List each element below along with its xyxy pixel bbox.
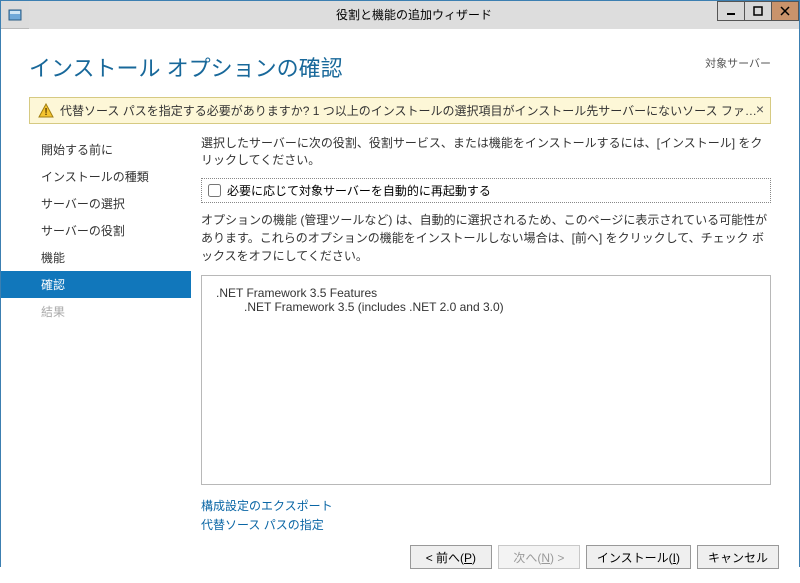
feature-root: .NET Framework 3.5 Features [216,286,756,300]
feature-list: .NET Framework 3.5 Features .NET Framewo… [201,275,771,485]
previous-button[interactable]: < 前へ(P) [410,545,492,569]
links: 構成設定のエクスポート 代替ソース パスの指定 [201,497,771,535]
sidebar-item-install-type[interactable]: インストールの種類 [1,163,191,190]
sidebar-item-features[interactable]: 機能 [1,244,191,271]
warning-text: 代替ソース パスを指定する必要がありますか? 1 つ以上のインストールの選択項目… [60,102,762,119]
svg-text:!: ! [44,107,47,118]
window-title: 役割と機能の追加ウィザード [29,1,799,29]
target-server-label: 対象サーバー [705,55,771,71]
sidebar: 開始する前に インストールの種類 サーバーの選択 サーバーの役割 機能 確認 結… [1,128,191,535]
export-config-link[interactable]: 構成設定のエクスポート [201,497,771,516]
feature-child: .NET Framework 3.5 (includes .NET 2.0 an… [244,300,756,314]
auto-restart-label: 必要に応じて対象サーバーを自動的に再起動する [227,182,491,199]
auto-restart-checkbox-row[interactable]: 必要に応じて対象サーバーを自動的に再起動する [201,178,771,203]
titlebar: 役割と機能の追加ウィザード [1,1,799,29]
auto-restart-checkbox[interactable] [208,184,221,197]
alt-source-link[interactable]: 代替ソース パスの指定 [201,516,771,535]
sidebar-item-before-begin[interactable]: 開始する前に [1,136,191,163]
minimize-button[interactable] [717,1,745,21]
warning-close-icon[interactable]: × [756,101,764,117]
content-area: インストール オプションの確認 対象サーバー ! 代替ソース パスを指定する必要… [1,29,799,583]
warning-bar: ! 代替ソース パスを指定する必要がありますか? 1 つ以上のインストールの選択… [29,97,771,124]
page-header: インストール オプションの確認 対象サーバー [1,29,799,91]
main-panel: 選択したサーバーに次の役割、役割サービス、または機能をインストールするには、[イ… [191,128,789,535]
window-buttons [718,1,799,23]
next-button: 次へ(N) > [498,545,580,569]
sidebar-item-server-select[interactable]: サーバーの選択 [1,190,191,217]
note-text: オプションの機能 (管理ツールなど) は、自動的に選択されるため、このページに表… [201,211,771,265]
cancel-button[interactable]: キャンセル [697,545,779,569]
app-icon [1,7,29,23]
body: 開始する前に インストールの種類 サーバーの選択 サーバーの役割 機能 確認 結… [1,128,799,535]
warning-icon: ! [38,103,54,119]
maximize-button[interactable] [744,1,772,21]
install-button[interactable]: インストール(I) [586,545,691,569]
close-button[interactable] [771,1,799,21]
sidebar-item-server-roles[interactable]: サーバーの役割 [1,217,191,244]
footer: < 前へ(P) 次へ(N) > インストール(I) キャンセル [1,535,799,583]
sidebar-item-results: 結果 [1,298,191,325]
instruction-text: 選択したサーバーに次の役割、役割サービス、または機能をインストールするには、[イ… [201,134,771,168]
wizard-window: 役割と機能の追加ウィザード インストール オプションの確認 対象サーバー ! 代… [0,0,800,567]
sidebar-item-confirm[interactable]: 確認 [1,271,191,298]
page-title: インストール オプションの確認 [29,51,705,83]
